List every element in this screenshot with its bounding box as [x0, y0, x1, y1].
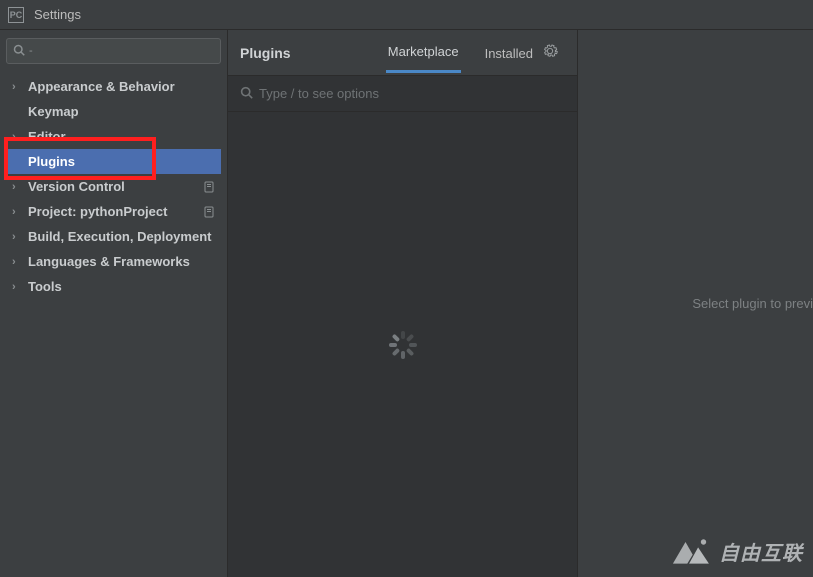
tree-item-label: Tools [28, 279, 62, 294]
chevron-right-icon: › [12, 81, 26, 93]
project-badge-icon [203, 206, 215, 218]
plugins-search[interactable]: Type / to see options [228, 76, 577, 112]
tree-item-label: Project: pythonProject [28, 204, 167, 219]
watermark-logo-icon [667, 533, 713, 569]
search-caret: - [29, 45, 33, 57]
plugins-tabs: Marketplace Installed [386, 32, 535, 73]
app-icon: PC [8, 7, 24, 23]
plugins-panel: Plugins Marketplace Installed Type / to … [228, 30, 578, 577]
chevron-right-icon: › [12, 281, 26, 293]
tree-item-label: Appearance & Behavior [28, 79, 175, 94]
plugins-title: Plugins [240, 45, 386, 61]
search-icon [13, 44, 25, 59]
search-icon [240, 86, 253, 102]
tree-item-plugins[interactable]: Plugins [6, 149, 221, 174]
tree-item-label: Version Control [28, 179, 125, 194]
plugins-list [228, 112, 577, 577]
chevron-right-icon: › [12, 181, 26, 193]
window-title: Settings [34, 7, 81, 22]
tree-item-languages[interactable]: ›Languages & Frameworks [6, 249, 221, 274]
detail-placeholder: Select plugin to previ [692, 296, 813, 311]
tree-item-appearance[interactable]: ›Appearance & Behavior [6, 74, 221, 99]
watermark: 自由互联 [667, 533, 803, 569]
settings-content: Plugins Marketplace Installed Type / to … [228, 30, 813, 577]
tree-item-label: Build, Execution, Deployment [28, 229, 211, 244]
tree-item-label: Languages & Frameworks [28, 254, 190, 269]
plugin-detail-panel: Select plugin to previ [578, 30, 813, 577]
gear-icon[interactable] [542, 43, 558, 62]
tree-item-build[interactable]: ›Build, Execution, Deployment [6, 224, 221, 249]
chevron-right-icon: › [12, 206, 26, 218]
loading-spinner-icon [389, 331, 417, 359]
chevron-right-icon: › [12, 131, 26, 143]
tab-marketplace[interactable]: Marketplace [386, 32, 461, 73]
sidebar-search[interactable]: - [6, 38, 221, 64]
tree-item-label: Plugins [28, 154, 75, 169]
tree-item-project[interactable]: ›Project: pythonProject [6, 199, 221, 224]
settings-sidebar: - ›Appearance & Behavior Keymap ›Editor … [0, 30, 228, 577]
settings-tree: ›Appearance & Behavior Keymap ›Editor Pl… [6, 74, 221, 299]
tree-item-label: Editor [28, 129, 66, 144]
tab-installed[interactable]: Installed [483, 34, 535, 72]
tree-item-label: Keymap [28, 104, 79, 119]
titlebar: PC Settings [0, 0, 813, 30]
project-badge-icon [203, 181, 215, 193]
tree-item-keymap[interactable]: Keymap [6, 99, 221, 124]
tree-item-tools[interactable]: ›Tools [6, 274, 221, 299]
tree-item-version-control[interactable]: ›Version Control [6, 174, 221, 199]
tree-item-editor[interactable]: ›Editor [6, 124, 221, 149]
watermark-text: 自由互联 [719, 537, 803, 566]
plugins-header: Plugins Marketplace Installed [228, 30, 577, 76]
chevron-right-icon: › [12, 256, 26, 268]
chevron-right-icon: › [12, 231, 26, 243]
plugins-search-placeholder: Type / to see options [259, 86, 379, 101]
